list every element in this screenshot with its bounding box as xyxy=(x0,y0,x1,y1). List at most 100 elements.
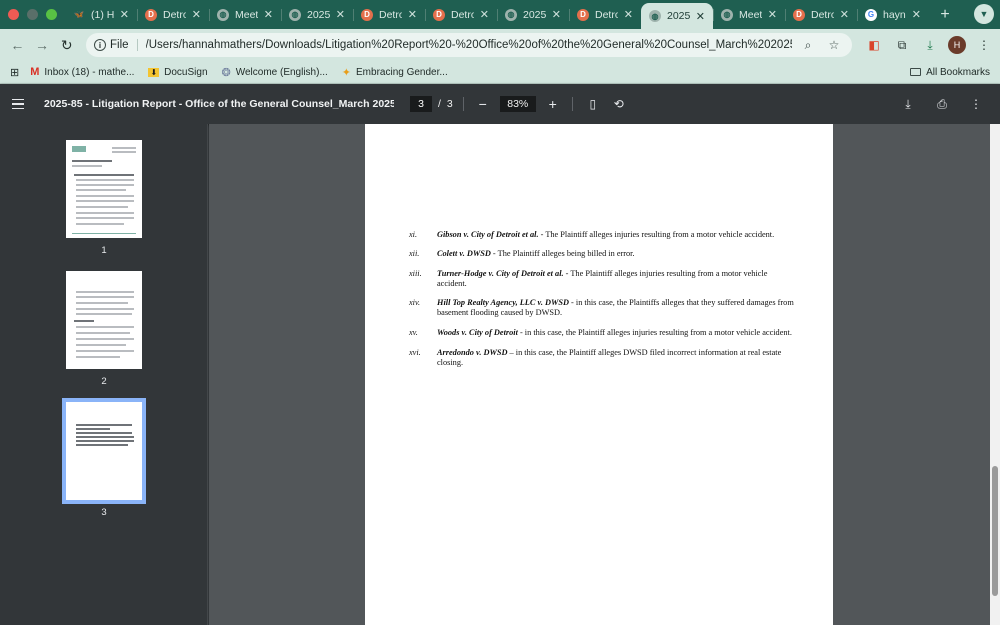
bookmarks-bar: ⊞ M Inbox (18) - mathe... ⬇ DocuSign ❂ Welc… xyxy=(0,61,1000,84)
docusign-icon: ⬇ xyxy=(148,67,160,77)
thumbnail-label: 3 xyxy=(101,507,107,518)
browser-toolbar: ← → ↻ i File /Users/hannahmathers/Downlo… xyxy=(0,29,1000,61)
minimize-window-button[interactable] xyxy=(27,9,38,20)
all-bookmarks-button[interactable]: All Bookmarks xyxy=(910,67,990,78)
zoom-in-button[interactable]: + xyxy=(544,96,562,112)
rotate-icon[interactable]: ⟲ xyxy=(609,97,629,111)
tab[interactable]: ◍Meeti✕ xyxy=(209,3,281,27)
more-vert-icon[interactable]: ⋮ xyxy=(974,35,994,55)
divider xyxy=(571,97,573,111)
bookmark-item[interactable]: M Inbox (18) - mathe... xyxy=(30,66,134,78)
info-icon: i xyxy=(94,39,107,51)
page-thumbnail[interactable] xyxy=(66,140,142,238)
page-thumbnail-selected[interactable] xyxy=(62,398,146,504)
site-info-chip[interactable]: i File xyxy=(94,39,138,51)
bookmark-item[interactable]: ❂ Welcome (English)... xyxy=(222,66,328,79)
close-icon[interactable]: ✕ xyxy=(192,8,201,21)
reload-button[interactable]: ↻ xyxy=(55,33,78,57)
pdf-page: xi. Gibson v. City of Detroit et al. - T… xyxy=(365,124,833,625)
extension-icon[interactable]: ◧ xyxy=(864,35,884,55)
zoom-out-button[interactable]: − xyxy=(474,96,492,112)
zoom-icon[interactable]: ⌕ xyxy=(798,38,818,53)
detroit-icon: D xyxy=(793,8,805,21)
close-icon[interactable]: ✕ xyxy=(912,8,921,21)
tab[interactable]: D Detro ✕ xyxy=(353,3,425,27)
close-icon[interactable]: ✕ xyxy=(696,10,705,23)
close-icon[interactable]: ✕ xyxy=(840,8,849,21)
folder-icon xyxy=(910,68,922,76)
menu-icon[interactable] xyxy=(12,98,34,110)
puzzle-icon[interactable]: ⧉ xyxy=(892,35,912,55)
tab-strip: 🦋(1) Ho✕ DDetro✕ ◍Meeti✕ ◍2025✕ DDetro✕ … xyxy=(0,0,1000,29)
close-window-button[interactable] xyxy=(8,9,19,20)
zoom-input[interactable]: 83% xyxy=(499,96,536,112)
address-bar[interactable]: i File /Users/hannahmathers/Downloads/Li… xyxy=(86,33,853,57)
list-item: xi. Gibson v. City of Detroit et al. - T… xyxy=(409,230,775,239)
pdf-toolbar: 2025-85 - Litigation Report - Office of … xyxy=(0,84,1000,124)
print-icon[interactable]: ⎙ xyxy=(932,97,952,112)
tab[interactable]: D Detro ✕ xyxy=(137,3,209,27)
avatar[interactable]: H xyxy=(948,36,967,54)
new-tab-button[interactable]: + xyxy=(933,3,957,27)
gmail-icon: M xyxy=(30,66,40,78)
bookmark-star-icon[interactable]: ☆ xyxy=(824,38,844,52)
tab-search-button[interactable]: ▼ xyxy=(974,4,994,24)
close-icon[interactable]: ✕ xyxy=(336,8,345,21)
page-selector: 3 / 3 xyxy=(410,96,453,112)
fit-page-icon[interactable]: ▯ xyxy=(583,97,603,111)
thumbnail-label: 1 xyxy=(101,245,107,256)
thumbnail-label: 2 xyxy=(101,376,107,387)
reload-icon: ↻ xyxy=(60,36,73,53)
close-icon[interactable]: ✕ xyxy=(120,8,129,21)
bookmark-item[interactable]: ✦ Embracing Gender... xyxy=(342,66,448,79)
tab[interactable]: D Detro ✕ xyxy=(569,3,641,27)
tab[interactable]: Ghayn ✕ xyxy=(857,3,929,27)
list-item: xvi. Arredondo v. DWSD – in this case, t… xyxy=(409,348,782,367)
close-icon[interactable]: ✕ xyxy=(264,8,273,21)
welcome-icon: ❂ xyxy=(221,66,231,79)
download-icon[interactable]: ⤓ xyxy=(920,35,940,55)
page-number-input[interactable]: 3 xyxy=(410,96,432,112)
arrow-right-icon: → xyxy=(35,37,49,53)
back-button[interactable]: ← xyxy=(6,33,29,57)
tab-active[interactable]: ◍ 2025 ✕ xyxy=(641,3,713,29)
toolbar-actions: ◧ ⧉ ⤓ H ⋮ xyxy=(864,35,994,55)
close-icon[interactable]: ✕ xyxy=(408,8,417,21)
tab[interactable]: 🦋(1) Ho✕ xyxy=(65,3,137,27)
thumbnail-page-3[interactable]: 3 xyxy=(62,398,146,518)
thumbnail-page-1[interactable]: 1 xyxy=(66,140,142,256)
window-controls xyxy=(0,0,65,29)
list-item: xiv. Hill Top Realty Agency, LLC v. DWSD… xyxy=(409,298,794,317)
butterfly-icon: 🦋 xyxy=(74,10,84,19)
scrollbar-thumb[interactable] xyxy=(992,466,998,596)
list-item: xiii. Turner-Hodge v. City of Detroit et… xyxy=(409,269,768,288)
close-icon[interactable]: ✕ xyxy=(480,8,489,21)
page-thumbnail[interactable] xyxy=(66,271,142,369)
more-vert-icon[interactable]: ⋮ xyxy=(966,97,986,111)
spark-icon: ✦ xyxy=(341,66,352,79)
tab[interactable]: ◍ 2025 ✕ xyxy=(497,3,569,27)
list-item: xii. Colett v. DWSD - The Plaintiff alle… xyxy=(409,249,635,258)
apps-grid-icon[interactable]: ⊞ xyxy=(10,66,19,79)
close-icon[interactable]: ✕ xyxy=(768,8,777,21)
total-pages: 3 xyxy=(446,98,453,110)
tab[interactable]: D Detro ✕ xyxy=(425,3,497,27)
thumbnail-page-2[interactable]: 2 xyxy=(66,271,142,387)
globe-icon: ◍ xyxy=(649,10,661,22)
divider xyxy=(462,97,464,111)
close-icon[interactable]: ✕ xyxy=(552,8,561,21)
detroit-icon: D xyxy=(577,8,589,21)
download-icon[interactable]: ⤓ xyxy=(898,97,918,112)
tab[interactable]: D Detro ✕ xyxy=(785,3,857,27)
tab[interactable]: ◍Meeti✕ xyxy=(713,3,785,27)
bookmark-item[interactable]: ⬇ DocuSign xyxy=(148,67,208,78)
scrollbar[interactable] xyxy=(990,124,1000,625)
close-icon[interactable]: ✕ xyxy=(624,8,633,21)
tab[interactable]: ◍ 2025 ✕ xyxy=(281,3,353,27)
maximize-window-button[interactable] xyxy=(46,9,57,20)
google-icon: G xyxy=(865,8,877,21)
thumbnail-sidebar: 1 2 3 xyxy=(0,124,208,625)
forward-button[interactable]: → xyxy=(31,33,54,57)
pdf-viewer[interactable]: xi. Gibson v. City of Detroit et al. - T… xyxy=(209,124,990,625)
url-text[interactable]: /Users/hannahmathers/Downloads/Litigatio… xyxy=(146,39,792,51)
